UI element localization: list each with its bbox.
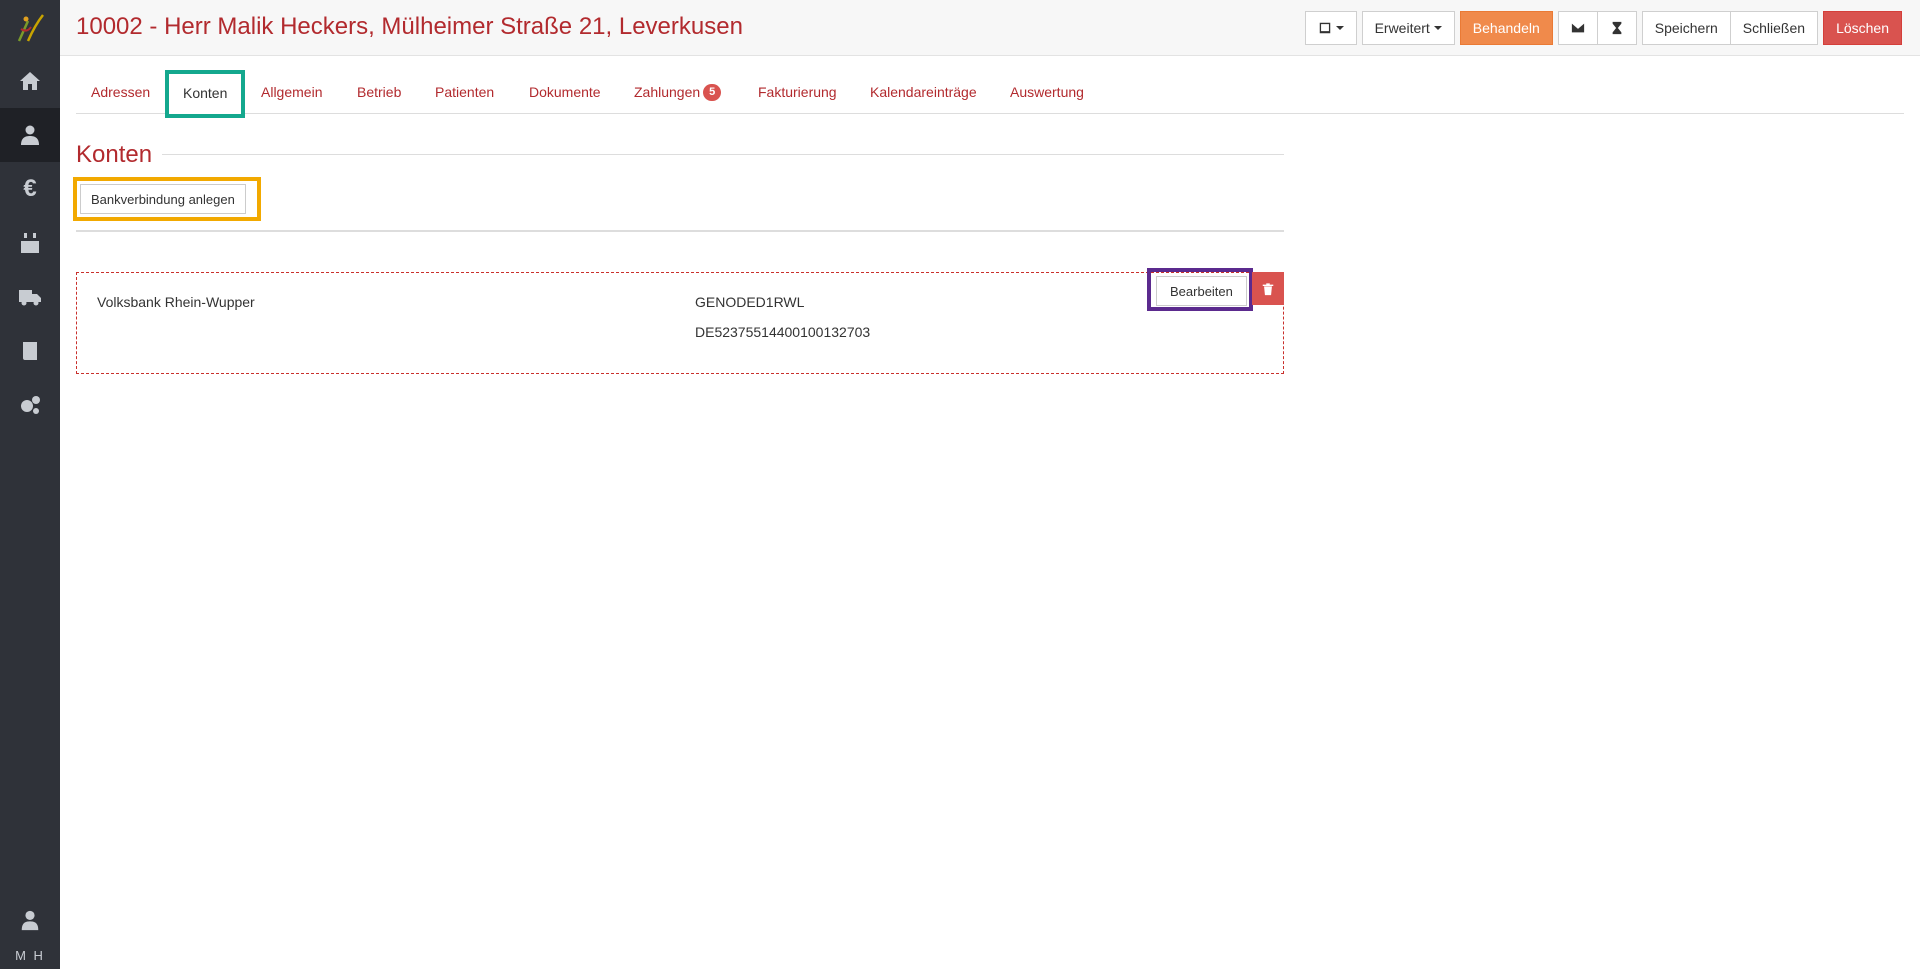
logo-icon bbox=[17, 14, 44, 42]
tab-auswertung[interactable]: Auswertung bbox=[1010, 70, 1084, 114]
tab-patienten[interactable]: Patienten bbox=[435, 70, 494, 114]
user-icon bbox=[21, 910, 39, 931]
sidebar-item-calendar[interactable] bbox=[0, 216, 60, 270]
tab-kalendareintraege[interactable]: Kalendareinträge bbox=[870, 70, 977, 114]
section-title: Konten bbox=[76, 141, 153, 168]
add-bank-account-button[interactable]: Bankverbindung anlegen bbox=[80, 184, 246, 214]
tab-bar: Adressen Konten Allgemein Betrieb Patien… bbox=[76, 70, 1904, 115]
calendar-icon bbox=[21, 233, 39, 253]
loeschen-button[interactable]: Löschen bbox=[1823, 11, 1902, 45]
zahlungen-count-badge: 5 bbox=[703, 83, 722, 101]
truck-icon bbox=[19, 290, 41, 306]
euro-icon: € bbox=[23, 175, 37, 202]
tab-zahlungen[interactable]: Zahlungen 5 bbox=[634, 70, 722, 114]
tab-dokumente[interactable]: Dokumente bbox=[529, 70, 601, 114]
book-icon bbox=[23, 342, 37, 360]
device-dropdown-button[interactable] bbox=[1304, 11, 1357, 45]
edit-account-button[interactable]: Bearbeiten bbox=[1156, 276, 1247, 306]
tab-adressen[interactable]: Adressen bbox=[91, 70, 150, 114]
tab-fakturierung[interactable]: Fakturierung bbox=[758, 70, 837, 114]
tab-betrieb[interactable]: Betrieb bbox=[357, 70, 401, 114]
caret-down-icon bbox=[1433, 26, 1442, 30]
erweitert-label: Erweitert bbox=[1374, 20, 1430, 36]
envelope-icon bbox=[1571, 23, 1584, 33]
sidebar-item-user[interactable] bbox=[0, 905, 60, 935]
schliessen-button[interactable]: Schließen bbox=[1729, 11, 1819, 45]
sidebar-item-customers[interactable] bbox=[0, 108, 60, 162]
sidebar-item-finance[interactable]: € bbox=[0, 162, 60, 216]
behandeln-button[interactable]: Behandeln bbox=[1459, 11, 1553, 45]
home-icon bbox=[20, 72, 40, 90]
trash-icon bbox=[1262, 282, 1274, 295]
caret-down-icon bbox=[1335, 26, 1344, 30]
sidebar-item-home[interactable] bbox=[0, 54, 60, 108]
bank-iban: DE52375514400100132703 bbox=[695, 324, 871, 340]
timer-button[interactable] bbox=[1596, 11, 1637, 45]
delete-account-button[interactable] bbox=[1252, 272, 1284, 305]
sidebar-item-delivery[interactable] bbox=[0, 270, 60, 324]
settings-icon bbox=[21, 396, 40, 414]
hourglass-icon bbox=[1612, 21, 1622, 35]
bank-bic: GENODED1RWL bbox=[695, 294, 805, 310]
email-button[interactable] bbox=[1557, 11, 1598, 45]
customer-icon bbox=[21, 125, 39, 145]
toolbar-divider bbox=[76, 230, 1284, 232]
tab-allgemein[interactable]: Allgemein bbox=[261, 70, 322, 114]
bank-account-card: Volksbank Rhein-Wupper GENODED1RWL DE523… bbox=[76, 272, 1284, 374]
sidebar: € M H bbox=[0, 0, 60, 969]
sidebar-item-catalog[interactable] bbox=[0, 324, 60, 378]
erweitert-dropdown-button[interactable]: Erweitert bbox=[1361, 11, 1455, 45]
page-title: 10002 - Herr Malik Heckers, Mülheimer St… bbox=[76, 13, 743, 40]
speichern-button[interactable]: Speichern bbox=[1641, 11, 1731, 45]
user-initials: M H bbox=[15, 948, 45, 963]
tab-zahlungen-label: Zahlungen bbox=[634, 84, 701, 100]
toolbar: Erweitert Behandeln Speichern Schließen … bbox=[1304, 11, 1902, 45]
section-divider bbox=[162, 154, 1284, 155]
app-logo[interactable] bbox=[0, 0, 60, 56]
bank-name: Volksbank Rhein-Wupper bbox=[97, 294, 255, 310]
tab-konten[interactable]: Konten bbox=[165, 70, 246, 115]
header: 10002 - Herr Malik Heckers, Mülheimer St… bbox=[60, 0, 1920, 56]
sidebar-item-settings[interactable] bbox=[0, 378, 60, 432]
tablet-icon bbox=[1319, 22, 1330, 34]
